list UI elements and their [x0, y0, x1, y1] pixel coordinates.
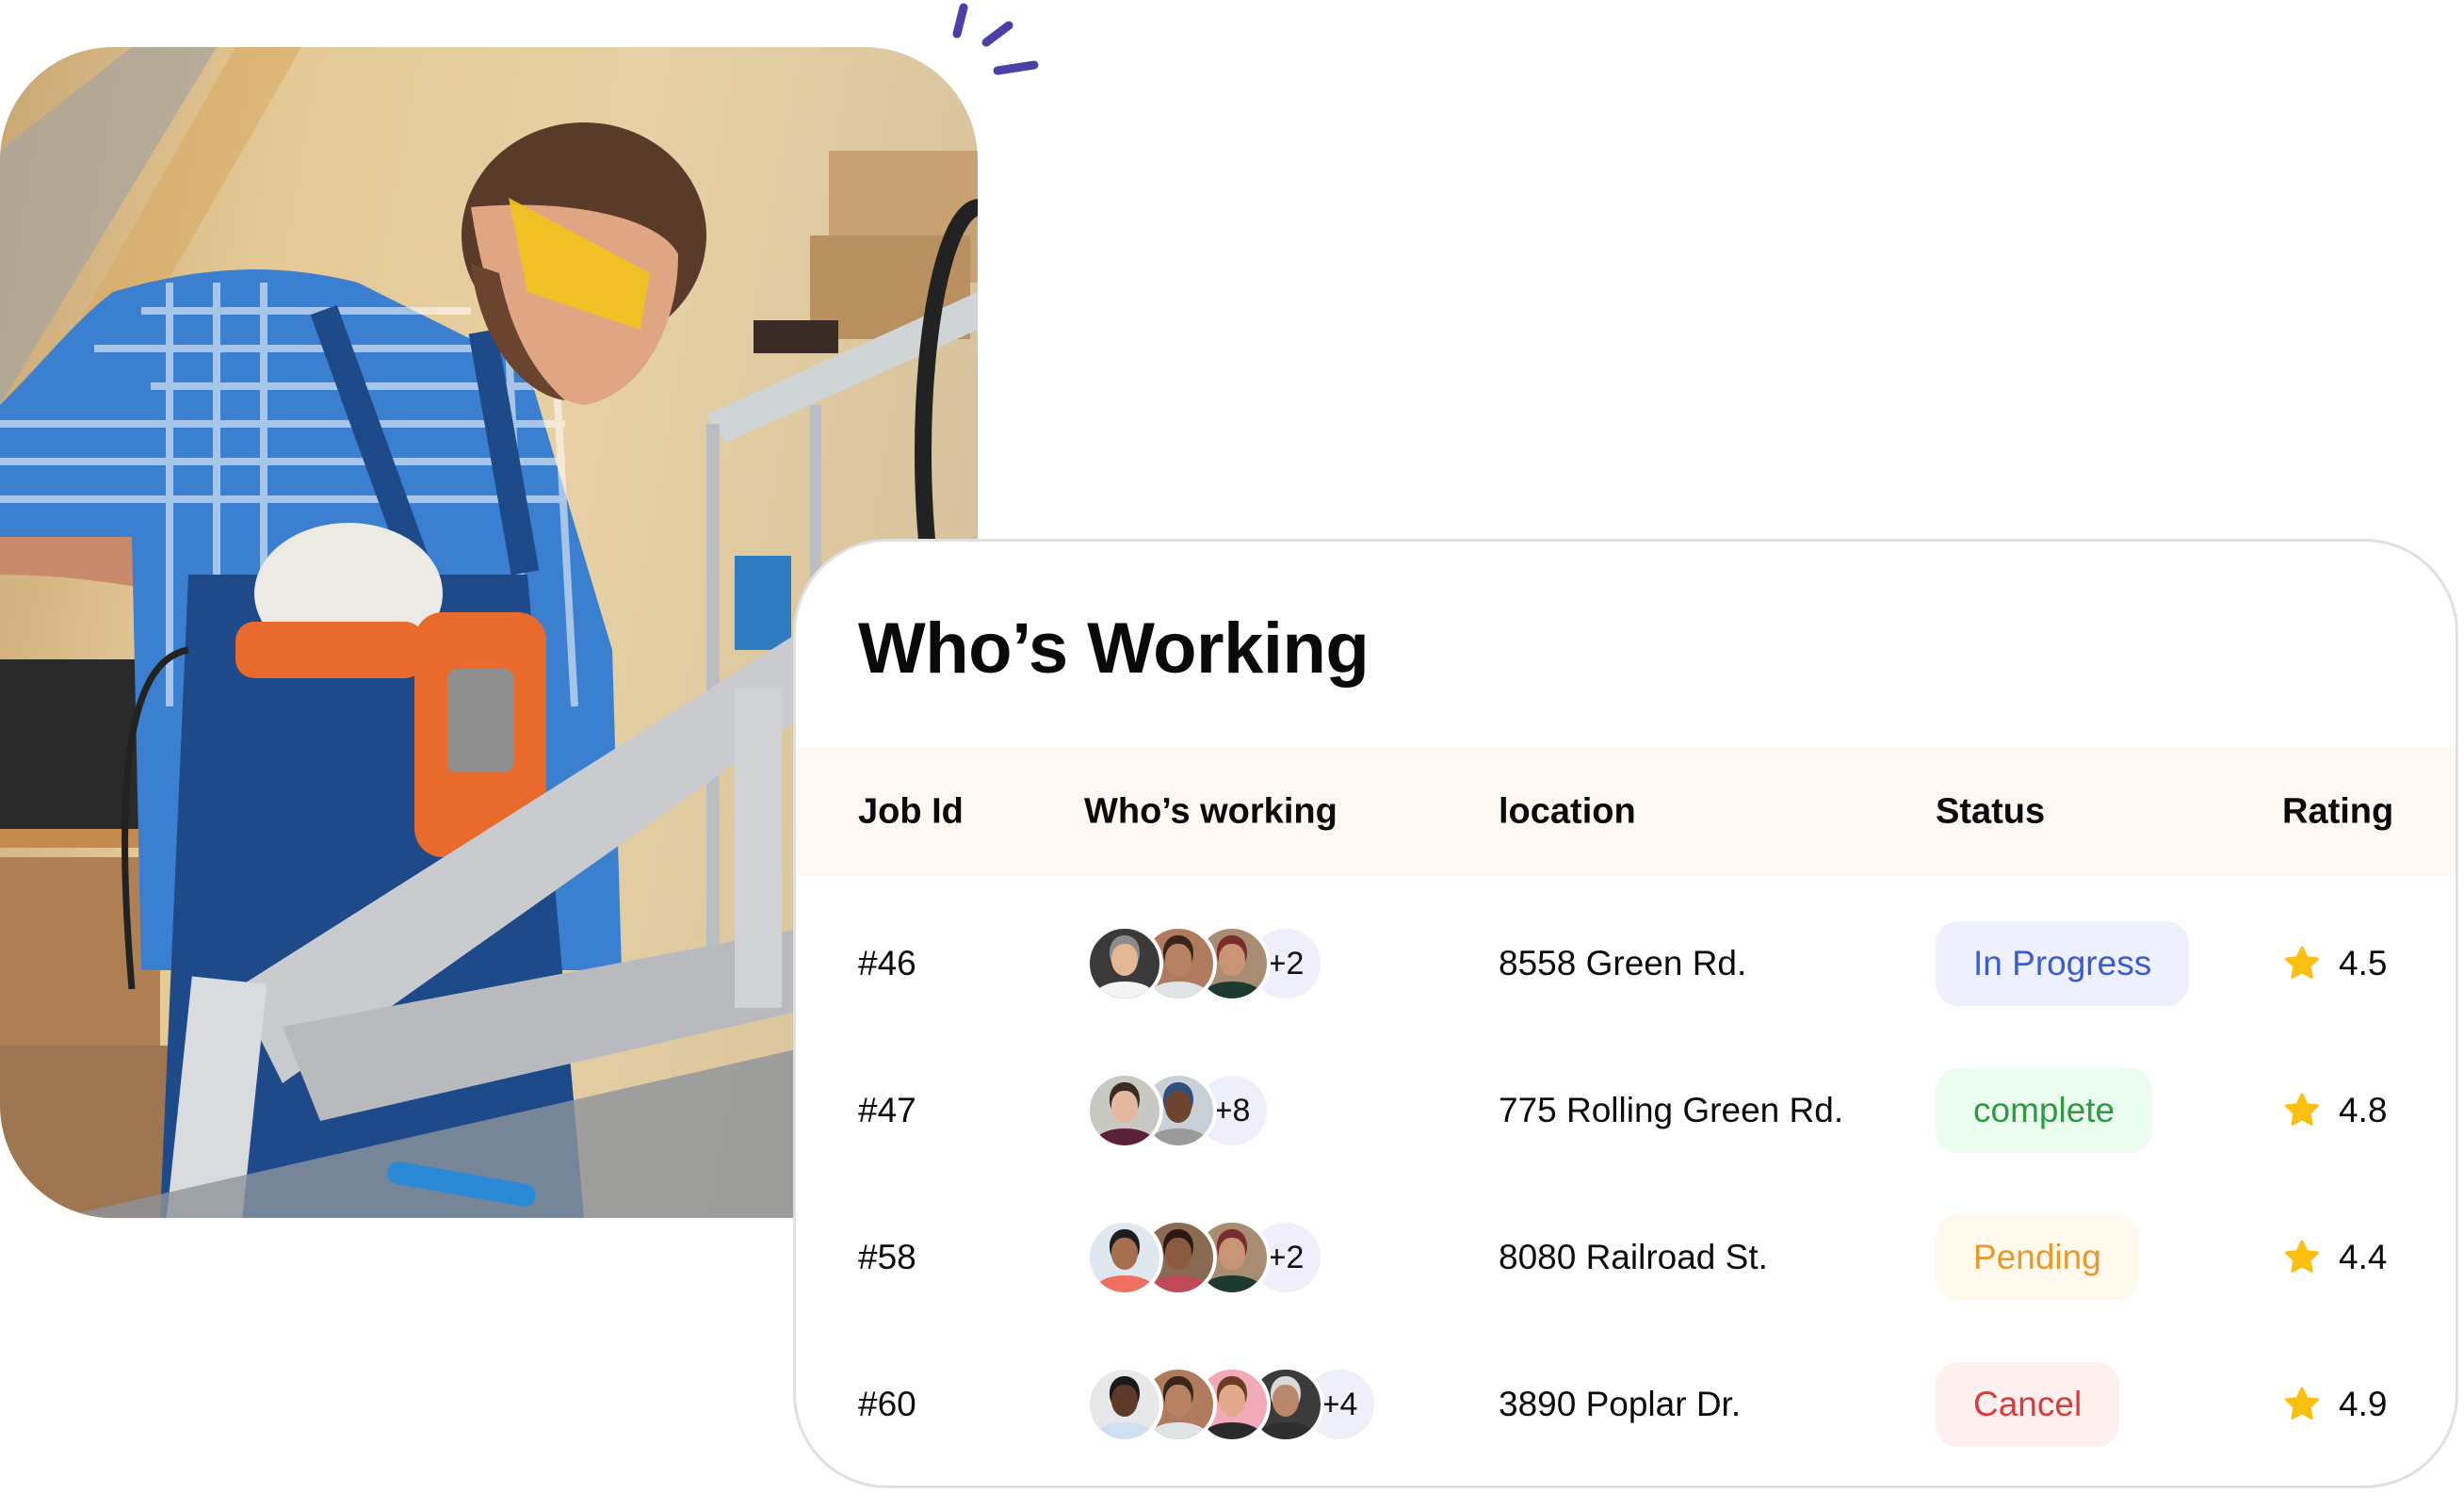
job-location: 8080 Railroad St. — [1499, 1238, 1768, 1276]
rating-value: 4.9 — [2339, 1385, 2388, 1423]
avatar-body — [1148, 1128, 1208, 1145]
worker-avatars[interactable]: +2 — [1086, 925, 1324, 1002]
star-icon — [2284, 1387, 2320, 1420]
worker-avatar[interactable] — [1086, 1219, 1163, 1296]
worker-avatars[interactable]: +8 — [1086, 1072, 1271, 1149]
avatar-body — [1094, 1275, 1155, 1292]
avatar-body — [1202, 1422, 1262, 1439]
avatar-body — [1094, 982, 1155, 998]
rating: 4.4 — [2282, 1238, 2387, 1277]
job-id: #58 — [858, 1238, 916, 1276]
whos-working-card: Who’s Working Job Id Who’s working locat… — [793, 539, 2458, 1488]
job-location: 3890 Poplar Dr. — [1499, 1385, 1742, 1423]
rating: 4.8 — [2282, 1091, 2387, 1130]
table-row[interactable]: #58 +2 8080 Railroad St. Pending 4.4 — [796, 1184, 2456, 1331]
avatar-body — [1148, 1422, 1208, 1439]
job-id: #47 — [858, 1091, 916, 1129]
avatar-body — [1202, 1275, 1262, 1292]
avatar-body — [1148, 1275, 1208, 1292]
avatar-face — [1110, 1385, 1139, 1418]
rating: 4.9 — [2282, 1385, 2387, 1424]
avatar-face — [1110, 1238, 1139, 1271]
job-id: #46 — [858, 944, 916, 982]
avatar-body — [1094, 1422, 1155, 1439]
status-badge[interactable]: Pending — [1936, 1215, 2139, 1300]
job-id: #60 — [858, 1385, 916, 1423]
table-row[interactable]: #47 +8 775 Rolling Green Rd. complete 4.… — [796, 1037, 2456, 1184]
avatar-face — [1164, 1238, 1192, 1271]
star-icon — [2284, 1240, 2320, 1273]
avatar-face — [1218, 944, 1246, 977]
status-cell: Cancel — [1936, 1362, 2120, 1447]
table-row[interactable]: #46 +2 8558 Green Rd. In Progress 4.5 — [796, 890, 2456, 1037]
table-row[interactable]: #60 +4 3890 Poplar Dr. Cancel 4.9 — [796, 1331, 2456, 1478]
rating: 4.5 — [2282, 944, 2387, 983]
status-badge[interactable]: complete — [1936, 1068, 2153, 1153]
avatar-face — [1218, 1385, 1246, 1418]
status-badge[interactable]: In Progress — [1936, 921, 2190, 1006]
rating-value: 4.8 — [2339, 1091, 2388, 1129]
column-header-rating[interactable]: Rating — [2282, 791, 2393, 832]
rating-value: 4.5 — [2339, 944, 2388, 982]
column-header-status[interactable]: Status — [1936, 791, 2045, 832]
worker-avatar[interactable] — [1086, 1366, 1163, 1443]
avatar-body — [1148, 982, 1208, 998]
card-title: Who’s Working — [858, 609, 1370, 689]
avatar-face — [1164, 1385, 1192, 1418]
job-location: 775 Rolling Green Rd. — [1499, 1091, 1844, 1129]
avatar-face — [1110, 944, 1139, 977]
rating-value: 4.4 — [2339, 1238, 2388, 1276]
avatar-face — [1164, 944, 1192, 977]
star-icon — [2284, 1093, 2320, 1126]
column-header-location[interactable]: location — [1499, 791, 1636, 832]
avatar-body — [1202, 982, 1262, 998]
worker-avatars[interactable]: +4 — [1086, 1366, 1378, 1443]
status-cell: Pending — [1936, 1215, 2139, 1300]
status-badge[interactable]: Cancel — [1936, 1362, 2120, 1447]
worker-avatar[interactable] — [1086, 925, 1163, 1002]
avatar-body — [1094, 1128, 1155, 1145]
table-header: Job Id Who’s working location Status Rat… — [796, 747, 2456, 876]
avatar-body — [1256, 1422, 1316, 1439]
status-cell: In Progress — [1936, 921, 2190, 1006]
status-cell: complete — [1936, 1068, 2153, 1153]
avatar-face — [1272, 1385, 1300, 1418]
column-header-job-id[interactable]: Job Id — [858, 791, 964, 832]
worker-avatars[interactable]: +2 — [1086, 1219, 1324, 1296]
avatar-face — [1164, 1091, 1192, 1124]
column-header-whos-working[interactable]: Who’s working — [1084, 791, 1337, 832]
avatar-face — [1218, 1238, 1246, 1271]
worker-avatar[interactable] — [1086, 1072, 1163, 1149]
job-location: 8558 Green Rd. — [1499, 944, 1747, 982]
star-icon — [2284, 946, 2320, 979]
avatar-face — [1110, 1091, 1139, 1124]
